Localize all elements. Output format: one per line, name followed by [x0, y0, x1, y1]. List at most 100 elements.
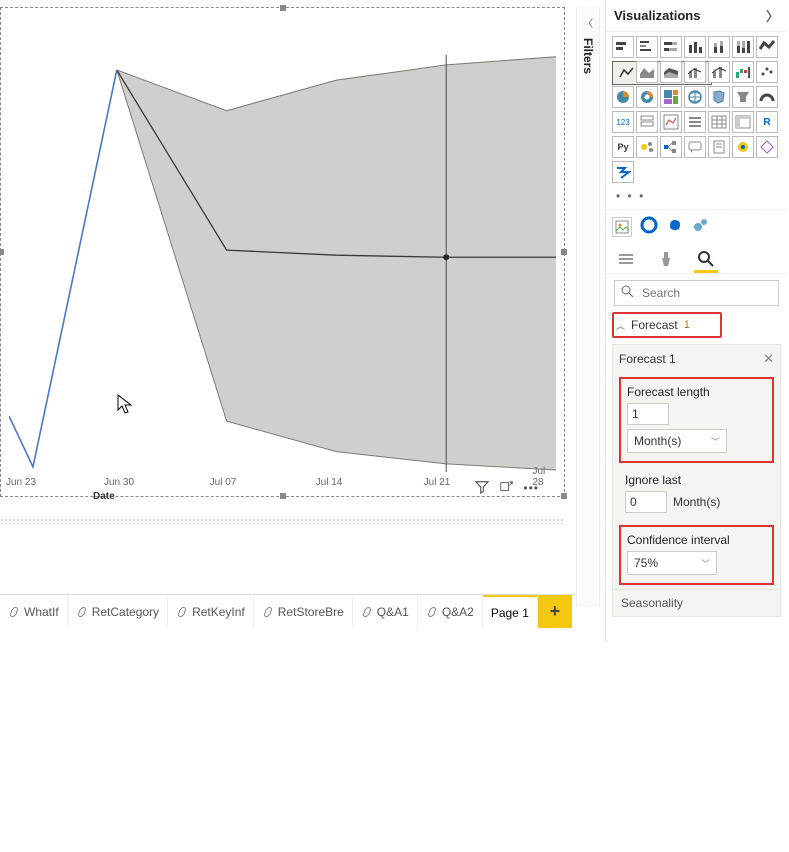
ignore-last-input[interactable]: 0 — [625, 491, 667, 513]
viz-pie-icon[interactable] — [612, 86, 634, 108]
chevron-up-icon: ︿ — [616, 319, 625, 332]
viz-stacked-column-icon[interactable] — [708, 36, 730, 58]
link-icon — [262, 606, 274, 618]
x-axis-title: Date — [93, 491, 115, 502]
chart-visual-frame[interactable]: Jun 23 Jun 30 Jul 07 Jul 14 Jul 21 Jul 2… — [0, 7, 565, 497]
visual-gallery: 123 R Py — [606, 32, 787, 187]
filters-pane-collapsed[interactable]: 〈 Filters — [576, 7, 600, 607]
ai-bubbles-icon[interactable] — [692, 216, 710, 237]
confidence-interval-group: Confidence interval 75% ﹀ — [619, 525, 774, 585]
link-icon — [8, 606, 20, 618]
chevron-right-icon[interactable]: 〉 — [766, 6, 779, 25]
page-tab[interactable]: RetStoreBre — [254, 595, 353, 628]
viz-gauge-icon[interactable] — [756, 86, 778, 108]
forecast-length-label: Forecast length — [627, 385, 766, 399]
visualizations-title: Visualizations — [614, 8, 700, 23]
resize-handle[interactable] — [0, 249, 4, 255]
format-analytics-tabs — [606, 245, 787, 274]
viz-multi-row-card-icon[interactable] — [636, 111, 658, 133]
page-tabs: WhatIf RetCategory RetKeyInf RetStoreBre… — [0, 594, 575, 628]
resize-handle[interactable] — [561, 249, 567, 255]
x-tick: Jul 21 — [424, 477, 451, 488]
page-tab[interactable]: Q&A1 — [353, 595, 418, 628]
confidence-interval-label: Confidence interval — [627, 533, 766, 547]
resize-handle[interactable] — [280, 5, 286, 11]
viz-matrix-icon[interactable] — [732, 111, 754, 133]
viz-kpi-icon[interactable] — [660, 111, 682, 133]
filter-icon[interactable] — [475, 480, 489, 497]
confidence-interval-select[interactable]: 75% ﹀ — [627, 551, 717, 575]
search-icon — [621, 285, 634, 301]
viz-line-column-icon[interactable] — [684, 61, 706, 83]
line-chart — [9, 14, 556, 472]
remove-forecast-button[interactable]: ✕ — [763, 351, 774, 367]
analytics-tab[interactable] — [694, 247, 718, 273]
viz-treemap-icon[interactable] — [660, 86, 682, 108]
search-box[interactable] — [614, 280, 779, 306]
page-tab[interactable]: Q&A2 — [418, 595, 483, 628]
viz-slicer-icon[interactable] — [684, 111, 706, 133]
page-tab[interactable]: RetKeyInf — [168, 595, 254, 628]
viz-decomposition-tree-icon[interactable] — [660, 136, 682, 158]
add-page-button[interactable]: + — [538, 595, 572, 628]
viz-stacked-area-icon[interactable] — [660, 61, 682, 83]
chevron-left-icon[interactable]: 〈 — [583, 15, 593, 30]
chevron-down-icon: ﹀ — [701, 557, 710, 570]
viz-stacked-bar-100-icon[interactable] — [660, 36, 682, 58]
image-visual-icon[interactable] — [612, 217, 632, 237]
viz-qna-icon[interactable] — [684, 136, 706, 158]
viz-power-apps-icon[interactable] — [756, 136, 778, 158]
viz-clustered-column-icon[interactable] — [684, 36, 706, 58]
viz-waterfall-icon[interactable] — [732, 61, 754, 83]
ai-visuals-row — [606, 209, 787, 245]
ignore-last-unit: Month(s) — [673, 495, 720, 509]
visualizations-pane: Visualizations 〉 123 R Py — [605, 0, 787, 642]
x-tick: Jun 23 — [6, 477, 36, 488]
viz-power-automate-icon[interactable] — [612, 161, 634, 183]
viz-ribbon-icon[interactable] — [756, 36, 778, 58]
viz-paginated-icon[interactable] — [708, 136, 730, 158]
page-tab-active[interactable]: Page 1 — [483, 595, 538, 628]
search-input[interactable] — [640, 285, 787, 301]
viz-key-influencers-icon[interactable] — [636, 136, 658, 158]
link-icon — [76, 606, 88, 618]
forecast-length-unit-select[interactable]: Month(s) ﹀ — [627, 429, 727, 453]
forecast-section-header[interactable]: ︿ Forecast 1 — [612, 312, 722, 338]
viz-area-icon[interactable] — [636, 61, 658, 83]
link-icon — [361, 606, 373, 618]
more-options-icon[interactable]: ••• — [523, 481, 539, 495]
link-icon — [426, 606, 438, 618]
forecast-card: Forecast 1 ✕ Forecast length 1 Month(s) … — [612, 344, 781, 617]
canvas-divider — [0, 518, 565, 524]
viz-donut-icon[interactable] — [636, 86, 658, 108]
page-tab[interactable]: WhatIf — [0, 595, 68, 628]
ignore-last-label: Ignore last — [625, 473, 768, 487]
viz-map-icon[interactable] — [684, 86, 706, 108]
viz-funnel-icon[interactable] — [732, 86, 754, 108]
page-tab[interactable]: RetCategory — [68, 595, 168, 628]
ai-blob-icon[interactable] — [666, 216, 684, 237]
more-visuals-icon[interactable]: • • • — [612, 189, 645, 203]
focus-mode-icon[interactable] — [499, 480, 513, 497]
forecast-length-group: Forecast length 1 Month(s) ﹀ — [619, 377, 774, 463]
viz-filled-map-icon[interactable] — [708, 86, 730, 108]
viz-arcgis-icon[interactable] — [732, 136, 754, 158]
forecast-length-input[interactable]: 1 — [627, 403, 669, 425]
viz-clustered-bar-icon[interactable] — [636, 36, 658, 58]
ignore-last-group: Ignore last 0 Month(s) — [619, 467, 774, 521]
viz-table-icon[interactable] — [708, 111, 730, 133]
fields-tab[interactable] — [614, 247, 638, 273]
filters-label: Filters — [581, 38, 595, 74]
format-tab[interactable] — [654, 247, 678, 273]
viz-stacked-column-100-icon[interactable] — [732, 36, 754, 58]
chevron-down-icon: ﹀ — [711, 435, 720, 448]
viz-r-icon[interactable]: R — [756, 111, 778, 133]
viz-line-column-stacked-icon[interactable] — [708, 61, 730, 83]
ai-circle-icon[interactable] — [640, 216, 658, 237]
forecast-card-title: Forecast 1 — [619, 352, 676, 366]
viz-python-icon[interactable]: Py — [612, 136, 634, 158]
viz-card-icon[interactable]: 123 — [612, 111, 634, 133]
viz-scatter-icon[interactable] — [756, 61, 778, 83]
viz-stacked-bar-icon[interactable] — [612, 36, 634, 58]
x-tick: Jun 30 — [104, 477, 134, 488]
